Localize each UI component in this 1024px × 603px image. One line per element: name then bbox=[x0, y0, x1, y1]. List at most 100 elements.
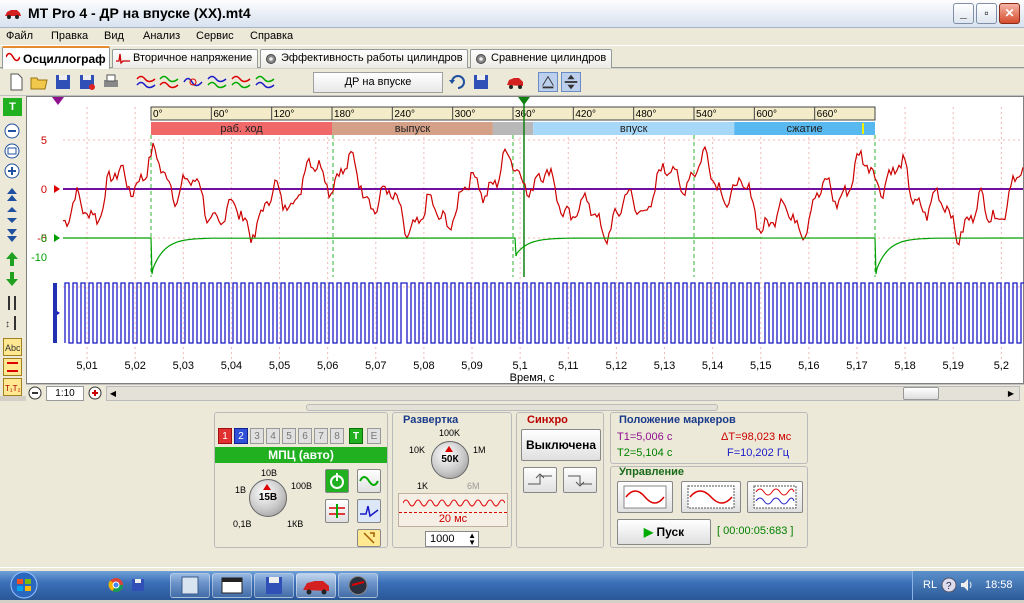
zoom-plus-icon[interactable] bbox=[88, 386, 102, 400]
zoom-reset-icon[interactable] bbox=[3, 142, 22, 160]
align-icon[interactable] bbox=[3, 358, 22, 376]
scroll-down-icon[interactable] bbox=[3, 226, 22, 244]
filter-button[interactable] bbox=[357, 499, 381, 523]
menu-analysis[interactable]: Анализ bbox=[143, 30, 180, 42]
channel-3-tab[interactable]: 3 bbox=[250, 428, 264, 444]
menu-edit[interactable]: Правка bbox=[51, 30, 88, 42]
tray-language[interactable]: RL bbox=[923, 579, 937, 591]
open-folder-icon[interactable] bbox=[29, 72, 49, 92]
channel-4-tab[interactable]: 4 bbox=[266, 428, 280, 444]
sweep-group: Развертка 100K 10K 1M 1K 6M 50К 20 мс 10… bbox=[392, 412, 512, 548]
spinner-arrows-icon[interactable]: ▲ ▼ bbox=[468, 532, 476, 547]
menu-file[interactable]: Файл bbox=[6, 30, 33, 42]
tab-cylinder-compare[interactable]: Сравнение цилиндров bbox=[470, 49, 612, 68]
taskbar-app-explorer[interactable] bbox=[170, 573, 210, 598]
points-spinner[interactable]: 1000 ▲ ▼ bbox=[425, 531, 479, 547]
single-mode-button[interactable] bbox=[617, 481, 673, 513]
menu-service[interactable]: Сервис bbox=[196, 30, 234, 42]
auto-scale-icon[interactable] bbox=[538, 72, 558, 92]
y-tick-red: 5 bbox=[41, 135, 47, 147]
voltage-knob[interactable]: 15В bbox=[249, 479, 287, 517]
waves-icon-6[interactable] bbox=[255, 72, 275, 92]
tab-secondary-voltage[interactable]: Вторичное напряжение bbox=[112, 49, 258, 68]
sync-rising-button[interactable] bbox=[523, 467, 557, 493]
scroll-left-icon[interactable]: ◀ bbox=[107, 387, 119, 400]
sweep-knob-value: 50К bbox=[441, 454, 459, 465]
channel-2-tab[interactable]: 2 bbox=[234, 428, 248, 444]
scroll-up-icon[interactable] bbox=[3, 186, 22, 204]
quicklaunch-save-icon[interactable] bbox=[130, 577, 146, 593]
taskbar-app-other[interactable] bbox=[338, 573, 378, 598]
volume-icon[interactable] bbox=[959, 577, 975, 593]
channel-8-tab[interactable]: 8 bbox=[330, 428, 344, 444]
multi-mode-button[interactable] bbox=[747, 481, 803, 513]
menu-view[interactable]: Вид bbox=[104, 30, 124, 42]
help-icon[interactable]: ? bbox=[941, 577, 957, 593]
taskbar-app-window[interactable] bbox=[212, 573, 252, 598]
zoom-out-icon[interactable] bbox=[3, 122, 22, 140]
waves-icon-2[interactable] bbox=[159, 72, 179, 92]
print-icon[interactable] bbox=[101, 72, 121, 92]
channel-7-tab[interactable]: 7 bbox=[314, 428, 328, 444]
taskbar-app-save[interactable] bbox=[254, 573, 294, 598]
expand-vertical-icon[interactable] bbox=[3, 206, 22, 224]
fit-vertical-icon[interactable] bbox=[561, 72, 581, 92]
tray-clock[interactable]: 18:58 bbox=[985, 579, 1013, 591]
text-label-icon[interactable]: Abc bbox=[3, 338, 22, 356]
tab-oscilloscope[interactable]: Осциллограф bbox=[2, 46, 110, 69]
channel-t-tab[interactable]: T bbox=[349, 428, 363, 444]
green-trace bbox=[63, 237, 1024, 275]
menu-help[interactable]: Справка bbox=[250, 30, 293, 42]
scrollbar-thumb[interactable] bbox=[903, 387, 939, 400]
save-as-icon[interactable] bbox=[77, 72, 97, 92]
horizontal-scrollbar[interactable]: ◀ ▶ bbox=[106, 386, 1020, 401]
sweep-knob[interactable]: 50К bbox=[431, 441, 469, 479]
start-orb[interactable] bbox=[2, 571, 48, 600]
waves-icon-5[interactable] bbox=[231, 72, 251, 92]
invert-button[interactable] bbox=[325, 499, 349, 523]
zoom-in-icon[interactable] bbox=[3, 162, 22, 180]
tab-cylinder-efficiency[interactable]: Эффективность работы цилиндров bbox=[260, 49, 468, 68]
sync-off-button[interactable]: Выключена bbox=[521, 429, 601, 461]
profile-dropdown[interactable]: ДР на впуске bbox=[313, 72, 443, 93]
zoom-minus-icon[interactable] bbox=[28, 386, 42, 400]
t1t2-icon[interactable]: T₁T₂ bbox=[3, 378, 22, 396]
taskbar-app-mtpro[interactable] bbox=[296, 573, 336, 598]
ac-coupling-button[interactable] bbox=[357, 469, 381, 493]
channel-5-tab[interactable]: 5 bbox=[282, 428, 296, 444]
sweep-title: Развертка bbox=[403, 414, 459, 426]
save-icon[interactable] bbox=[53, 72, 73, 92]
sine-icon bbox=[359, 476, 379, 486]
svg-text:?: ? bbox=[946, 581, 952, 592]
marker-line-icon[interactable] bbox=[3, 294, 22, 312]
move-down-icon[interactable] bbox=[3, 270, 22, 288]
continuous-mode-button[interactable] bbox=[681, 481, 741, 513]
settings-button[interactable] bbox=[357, 529, 381, 547]
undo-icon[interactable] bbox=[448, 72, 468, 92]
run-timer: [ 00:00:05:683 ] bbox=[717, 525, 794, 537]
waves-icon-4[interactable] bbox=[207, 72, 227, 92]
close-button[interactable]: ✕ bbox=[999, 3, 1020, 24]
waves-icon-3[interactable] bbox=[183, 72, 203, 92]
channel-1-tab[interactable]: 1 bbox=[218, 428, 232, 444]
start-button[interactable]: ▶ Пуск bbox=[617, 519, 711, 545]
chrome-icon[interactable] bbox=[108, 577, 124, 593]
power-button[interactable] bbox=[325, 469, 349, 493]
knob-label-10v: 10В bbox=[261, 468, 278, 478]
zoom-level[interactable]: 1:10 bbox=[46, 386, 84, 401]
panel-splitter[interactable] bbox=[306, 404, 718, 411]
cursor-tool-icon[interactable]: T bbox=[3, 98, 22, 116]
minimize-button[interactable]: _ bbox=[953, 3, 974, 24]
sync-falling-button[interactable] bbox=[563, 467, 597, 493]
channel-e-tab[interactable]: E bbox=[367, 428, 381, 444]
maximize-button[interactable]: ▫ bbox=[976, 3, 997, 24]
car-icon[interactable] bbox=[505, 72, 525, 92]
save-profile-icon[interactable] bbox=[471, 72, 491, 92]
oscilloscope-plot[interactable]: 5,01 5,02 5,03 5,04 5,05 5,06 5,07 5,08 5,09 5,1 5… bbox=[26, 86, 1024, 384]
waves-icon-1[interactable] bbox=[136, 72, 156, 92]
marker-split-icon[interactable]: ↕ bbox=[3, 314, 22, 332]
new-file-icon[interactable] bbox=[6, 72, 26, 92]
scroll-right-icon[interactable]: ▶ bbox=[1005, 387, 1017, 400]
channel-6-tab[interactable]: 6 bbox=[298, 428, 312, 444]
move-up-icon[interactable] bbox=[3, 250, 22, 268]
